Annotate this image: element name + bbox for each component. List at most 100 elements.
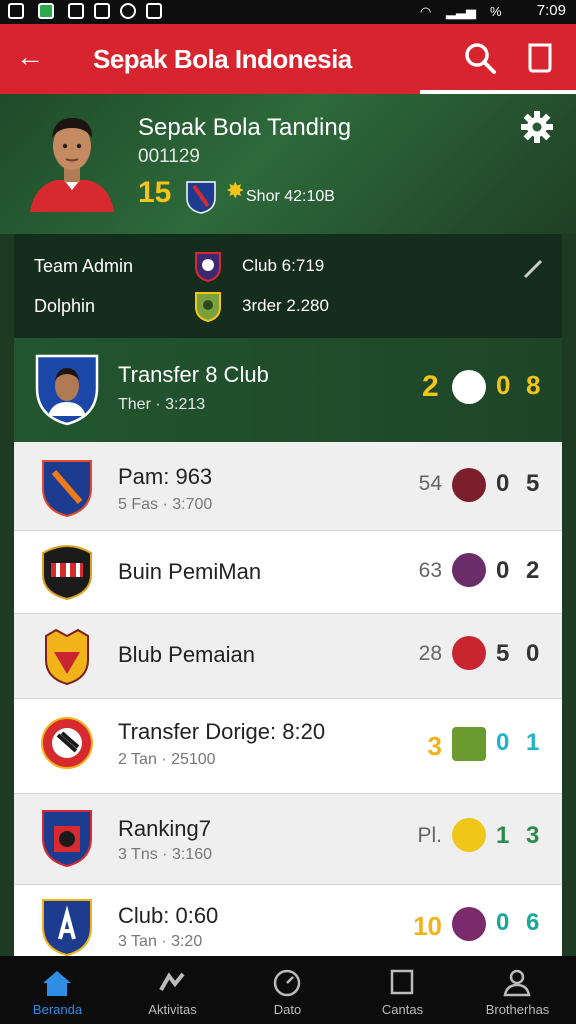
item-score-1: 0 — [496, 557, 510, 584]
team-admin-value: Club 6:719 — [242, 256, 325, 275]
bookmark-icon[interactable] — [526, 42, 554, 74]
app-icon — [38, 3, 54, 19]
dolphin-label: Dolphin — [34, 296, 96, 316]
nav-label: Brotherhas — [485, 1002, 550, 1017]
nav-clock[interactable]: Dato — [230, 956, 345, 1024]
item-rank: 28 — [418, 642, 442, 665]
item-subtitle: 3 Tns · 3:160 — [118, 846, 212, 863]
item-score-1: 0 — [496, 729, 510, 756]
nav-home[interactable]: Beranda — [0, 956, 115, 1024]
heart-icon — [120, 3, 136, 19]
award-icon: ✸ — [226, 178, 245, 203]
featured-item[interactable]: Transfer 8 Club Ther · 3:213 2 0 8 — [14, 338, 562, 442]
club-crest-icon — [35, 354, 99, 426]
item-title: Club: 0:60 — [118, 903, 219, 928]
item-title: Buin PemiMan — [118, 559, 262, 584]
page-title: Sepak Bola Indonesia — [93, 44, 352, 74]
battery-percent: % — [490, 4, 502, 19]
player-number: 15 — [138, 176, 172, 209]
status-bar: ◠ ▂▃▅ % 7:09 — [0, 0, 576, 24]
nav-label: Aktivitas — [148, 1002, 197, 1017]
signal-icon: ▂▃▅ — [446, 4, 476, 19]
opponent-badge-icon — [452, 907, 486, 941]
item-rank: 54 — [418, 472, 442, 495]
nav-label: Beranda — [32, 1002, 83, 1017]
item-title: Transfer Dorige: 8:20 — [118, 719, 326, 744]
item-title: Blub Pemaian — [118, 642, 255, 667]
list-item[interactable]: Ranking7 3 Tns · 3:160 Pl. 1 3 — [14, 794, 562, 885]
list-item[interactable]: Pam: 963 5 Fas · 3:700 54 0 5 — [14, 442, 562, 531]
item-title: Ranking7 — [118, 816, 211, 841]
item-rank: 3 — [427, 731, 442, 761]
featured-score-1: 2 — [422, 370, 439, 403]
team-admin-label: Team Admin — [34, 256, 134, 276]
gear-icon[interactable] — [520, 110, 554, 144]
item-subtitle: 2 Tan · 25100 — [118, 751, 216, 768]
item-score-1: 1 — [496, 822, 510, 849]
item-score-1: 0 — [496, 470, 510, 497]
opponent-badge-icon — [452, 818, 486, 852]
club-crest-icon — [42, 810, 92, 868]
dolphin-value: 3rder 2.280 — [242, 296, 329, 315]
clock: 7:09 — [536, 2, 566, 19]
nav-label: Dato — [273, 1002, 302, 1017]
clock-icon — [273, 969, 301, 997]
item-score-1: 0 — [496, 909, 510, 936]
featured-score-3: 8 — [526, 370, 541, 400]
player-name: Sepak Bola Tanding — [138, 114, 352, 141]
featured-score-2: 0 — [496, 370, 511, 400]
player-avatar — [30, 118, 114, 212]
opponent-badge-icon — [452, 727, 486, 761]
club-crest-icon — [42, 545, 92, 601]
opponent-badge-icon — [452, 553, 486, 587]
item-subtitle: 5 Fas · 3:700 — [118, 496, 213, 513]
nav-square[interactable]: Cantas — [345, 956, 460, 1024]
club-badge-icon — [195, 292, 221, 322]
item-rank: 10 — [413, 911, 442, 941]
edit-icon[interactable] — [522, 258, 544, 280]
bottom-navigation: Beranda Aktivitas Dato Cantas Brotherhas — [0, 956, 576, 1024]
profile-header: Sepak Bola Tanding 001129 15 ✸ Shor 42:1… — [0, 94, 576, 234]
ball-icon — [452, 370, 486, 404]
item-subtitle: 3 Tan · 3:20 — [118, 933, 203, 950]
app-bar: ← Sepak Bola Indonesia — [0, 24, 576, 94]
item-score-2: 6 — [526, 909, 540, 936]
notification-icon — [68, 3, 84, 19]
wifi-icon: ◠ — [420, 4, 432, 19]
nav-profile[interactable]: Brotherhas — [460, 956, 576, 1024]
club-crest-icon — [41, 717, 93, 769]
item-score-2: 0 — [526, 640, 540, 667]
club-badge-icon — [186, 181, 216, 214]
team-info-card: Team Admin Club 6:719 Dolphin 3rder 2.28… — [14, 234, 562, 338]
featured-subtitle: Ther · 3:213 — [118, 396, 206, 413]
message-icon — [94, 3, 110, 19]
list-item[interactable]: Blub Pemaian 28 5 0 — [14, 614, 562, 699]
list-item[interactable]: Transfer Dorige: 8:20 2 Tan · 25100 3 0 … — [14, 699, 562, 794]
square-icon — [390, 969, 414, 995]
club-crest-icon — [42, 899, 92, 957]
item-score-2: 3 — [526, 822, 540, 849]
item-rank: Pl. — [417, 824, 442, 847]
home-icon — [43, 971, 71, 996]
close-box-icon — [146, 3, 162, 19]
club-crest-icon — [45, 628, 89, 686]
club-badge-icon — [195, 252, 221, 282]
player-meta: Shor 42:10B — [246, 188, 335, 205]
club-crest-icon — [42, 460, 92, 518]
item-score-1: 5 — [496, 640, 510, 667]
opponent-badge-icon — [452, 468, 486, 502]
back-button[interactable]: ← — [16, 42, 44, 72]
player-code: 001129 — [138, 146, 200, 167]
featured-title: Transfer 8 Club — [118, 362, 269, 387]
search-icon[interactable] — [462, 40, 498, 76]
user-icon — [503, 969, 531, 997]
list-item[interactable]: Club: 0:60 3 Tan · 3:20 10 0 6 — [14, 885, 562, 959]
item-score-2: 2 — [526, 557, 540, 584]
item-score-2: 5 — [526, 470, 540, 497]
nav-activity[interactable]: Aktivitas — [115, 956, 230, 1024]
activity-icon — [159, 972, 185, 991]
opponent-badge-icon — [452, 636, 486, 670]
list-item[interactable]: Buin PemiMan 63 0 2 — [14, 531, 562, 614]
item-rank: 63 — [418, 559, 442, 582]
item-score-2: 1 — [526, 729, 540, 756]
